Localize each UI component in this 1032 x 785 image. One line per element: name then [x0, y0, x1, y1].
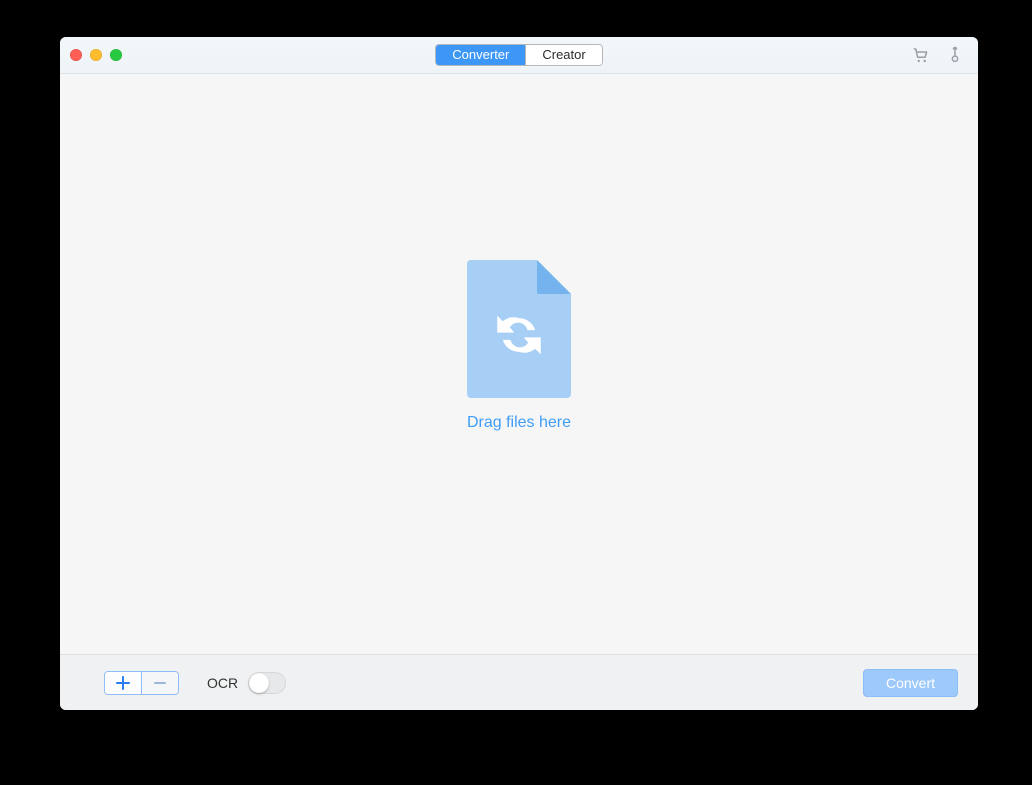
remove-file-button[interactable]	[141, 672, 178, 694]
add-file-button[interactable]	[105, 672, 141, 694]
cart-icon[interactable]	[912, 46, 930, 64]
app-window: Converter Creator	[60, 37, 978, 710]
drop-hint-label: Drag files here	[467, 414, 571, 432]
add-remove-control	[104, 671, 179, 695]
minimize-window-button[interactable]	[90, 49, 102, 61]
drop-zone[interactable]: Drag files here	[60, 74, 978, 654]
mode-segmented-control: Converter Creator	[435, 44, 602, 66]
window-controls	[70, 49, 122, 61]
zoom-window-button[interactable]	[110, 49, 122, 61]
ocr-toggle[interactable]	[248, 672, 286, 694]
close-window-button[interactable]	[70, 49, 82, 61]
thermometer-icon[interactable]	[946, 46, 964, 64]
tab-creator[interactable]: Creator	[525, 45, 601, 65]
tab-converter[interactable]: Converter	[436, 45, 525, 65]
convert-button[interactable]: Convert	[863, 669, 958, 697]
title-bar: Converter Creator	[60, 37, 978, 74]
ocr-label: OCR	[207, 675, 238, 691]
footer-bar: OCR Convert	[60, 654, 978, 710]
ocr-group: OCR	[207, 672, 286, 694]
drop-area: Drag files here	[467, 260, 571, 432]
title-bar-actions	[912, 46, 964, 64]
file-convert-icon	[467, 260, 571, 398]
